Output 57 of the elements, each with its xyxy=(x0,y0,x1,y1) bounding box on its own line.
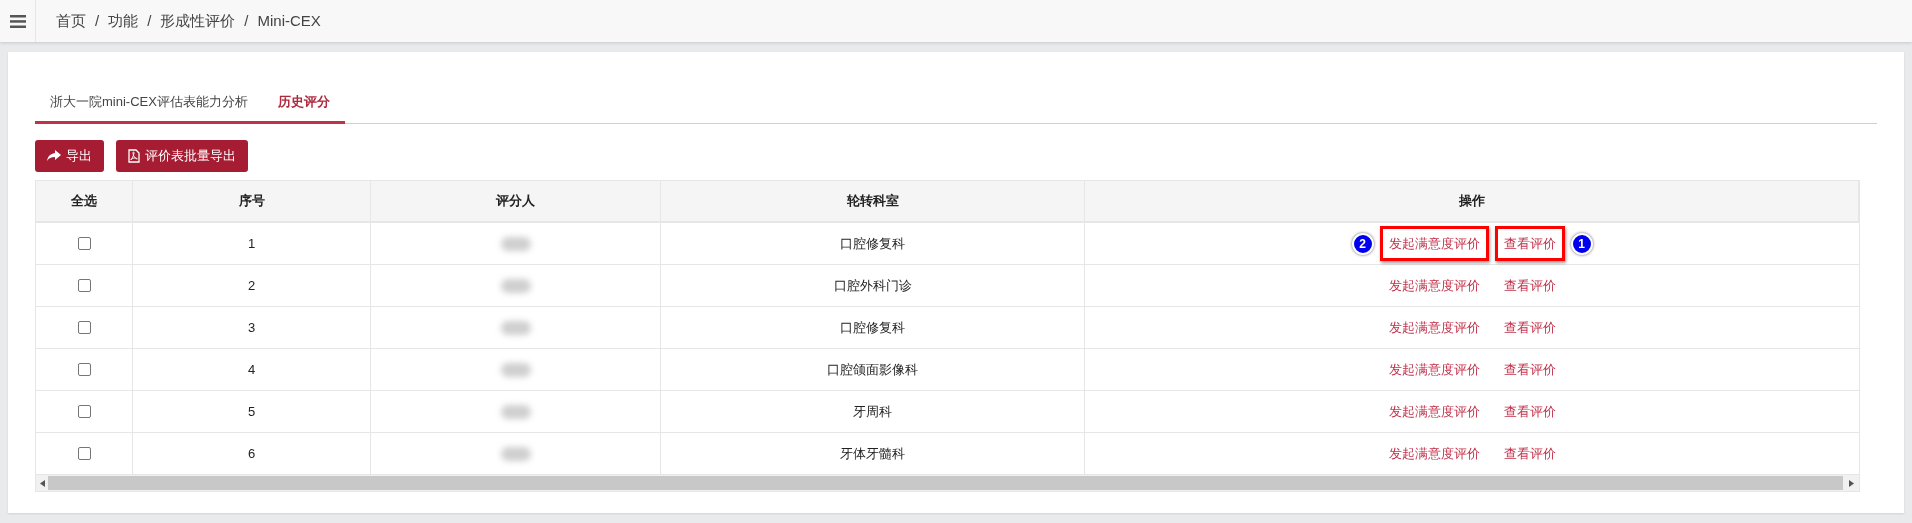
share-arrow-icon xyxy=(47,150,61,162)
column-header: 评分人 xyxy=(496,192,535,211)
action-link[interactable]: 发起满意度评价 xyxy=(1379,393,1489,430)
row-checkbox[interactable] xyxy=(77,405,91,418)
action-link[interactable]: 查看评价 xyxy=(1494,393,1565,430)
tab[interactable]: 历史评分 xyxy=(262,82,345,124)
tab[interactable]: 浙大一院mini-CEX评估表能力分析 xyxy=(35,82,263,124)
breadcrumb-item[interactable]: 功能 xyxy=(108,9,139,33)
action-link[interactable]: 发起满意度评价 xyxy=(1379,435,1489,472)
breadcrumb-separator: / xyxy=(244,10,249,31)
table-cell-text: 牙体牙髓科 xyxy=(840,444,905,463)
action-link[interactable]: 发起满意度评价 xyxy=(1379,351,1489,388)
breadcrumb-separator: / xyxy=(95,10,100,31)
step-marker: 1 xyxy=(1570,232,1593,255)
row-checkbox[interactable] xyxy=(77,279,91,292)
row-checkbox[interactable] xyxy=(77,321,91,334)
action-link[interactable]: 查看评价 xyxy=(1494,225,1565,262)
table-cell-text: 牙周科 xyxy=(853,402,892,421)
column-header: 轮转科室 xyxy=(846,192,899,211)
action-link[interactable]: 查看评价 xyxy=(1494,435,1565,472)
redacted-name xyxy=(500,278,531,293)
table-cell-text: 1 xyxy=(247,234,256,253)
table-cell-text: 2 xyxy=(247,276,256,295)
table-cell-text: 口腔外科门诊 xyxy=(833,276,912,295)
column-header: 全选 xyxy=(71,192,97,211)
step-marker: 2 xyxy=(1351,232,1374,255)
redacted-name xyxy=(500,320,531,335)
action-link[interactable]: 查看评价 xyxy=(1494,351,1565,388)
redacted-name xyxy=(500,404,531,419)
row-checkbox[interactable] xyxy=(77,237,91,250)
table-cell-text: 3 xyxy=(247,318,256,337)
action-link[interactable]: 发起满意度评价 xyxy=(1379,309,1489,346)
table-cell-text: 6 xyxy=(247,444,256,463)
table-cell-text: 口腔修复科 xyxy=(840,234,905,253)
breadcrumb-item: Mini-CEX xyxy=(257,10,321,31)
redacted-name xyxy=(500,446,531,461)
table-cell-text: 4 xyxy=(247,360,256,379)
breadcrumb-item[interactable]: 形成性评价 xyxy=(160,9,236,33)
pdf-file-icon xyxy=(128,149,140,163)
redacted-name xyxy=(500,236,531,251)
action-link[interactable]: 查看评价 xyxy=(1494,309,1565,346)
action-link[interactable]: 查看评价 xyxy=(1494,267,1565,304)
table-cell-text: 口腔修复科 xyxy=(840,318,905,337)
menu-icon[interactable] xyxy=(9,14,26,28)
row-checkbox[interactable] xyxy=(77,447,91,460)
table-cell-text: 口腔颌面影像科 xyxy=(827,360,918,379)
action-link[interactable]: 发起满意度评价 xyxy=(1379,225,1489,262)
redacted-name xyxy=(500,362,531,377)
breadcrumb-item[interactable]: 首页 xyxy=(56,9,86,33)
table-cell-text: 5 xyxy=(247,402,256,421)
action-link[interactable]: 发起满意度评价 xyxy=(1379,267,1489,304)
row-checkbox[interactable] xyxy=(77,363,91,376)
column-header: 操作 xyxy=(1458,192,1485,211)
column-header: 序号 xyxy=(238,192,265,211)
toolbar-button[interactable]: 评价表批量导出 xyxy=(116,140,248,172)
breadcrumb-separator: / xyxy=(147,10,152,31)
toolbar-button[interactable]: 导出 xyxy=(35,140,104,172)
